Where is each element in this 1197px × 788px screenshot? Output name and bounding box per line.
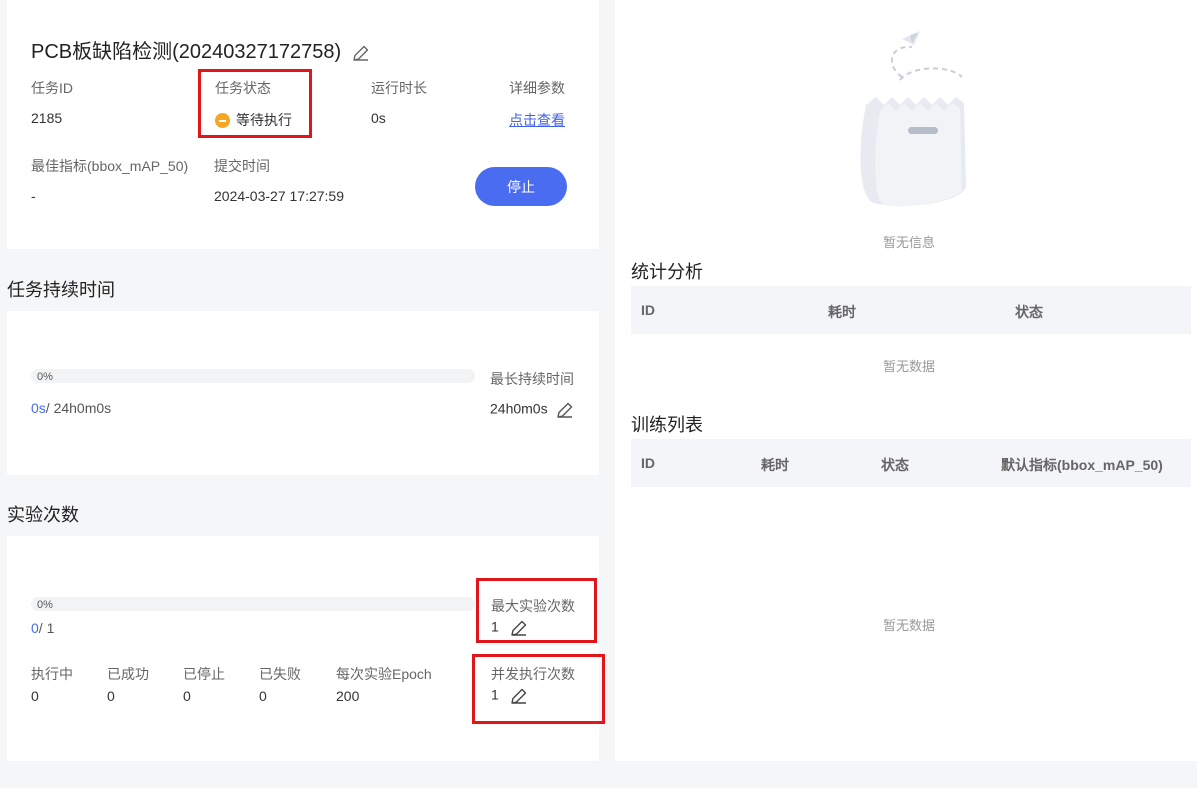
duration-total: / 24h0m0s	[45, 400, 112, 416]
runtime-value: 0s	[371, 110, 386, 126]
task-title: PCB板缺陷检测(20240327172758)	[31, 35, 371, 64]
max-duration-value: 24h0m0s	[490, 400, 575, 420]
concurrent-label: 并发执行次数	[491, 666, 575, 682]
stats-col-status: 状态	[1015, 304, 1043, 320]
train-col-metric: 默认指标(bbox_mAP_50)	[1001, 457, 1163, 473]
stats-table-header: ID 耗时 状态	[631, 286, 1191, 334]
empty-info-text: 暂无信息	[883, 235, 936, 250]
train-col-duration: 耗时	[761, 457, 789, 473]
stat-running-label: 执行中	[31, 666, 73, 682]
stat-success-value: 0	[107, 688, 115, 704]
task-id-value: 2185	[31, 110, 63, 126]
edit-icon[interactable]	[555, 400, 575, 420]
view-params-link[interactable]: 点击查看	[509, 110, 565, 130]
stats-col-duration: 耗时	[828, 304, 856, 320]
runtime-label: 运行时长	[371, 80, 427, 96]
task-status-text: 等待执行	[236, 112, 292, 128]
max-experiments-label: 最大实验次数	[491, 598, 575, 614]
task-title-text: PCB板缺陷检测(20240327172758)	[31, 41, 342, 63]
train-empty-text: 暂无数据	[883, 618, 936, 633]
experiments-total: / 1	[38, 620, 55, 636]
params-label: 详细参数	[509, 80, 565, 96]
max-experiments-value: 1	[491, 618, 529, 638]
duration-elapsed: 0s	[31, 400, 46, 416]
train-table-header: ID 耗时 状态 默认指标(bbox_mAP_50)	[631, 439, 1191, 487]
duration-progress-text: 0s/ 24h0m0s	[31, 400, 111, 416]
empty-bag-illustration	[860, 31, 966, 207]
edit-icon[interactable]	[351, 43, 371, 63]
best-metric-label: 最佳指标(bbox_mAP_50)	[31, 158, 189, 174]
max-duration-label: 最长持续时间	[490, 371, 574, 387]
status-pending-icon	[215, 113, 230, 128]
edit-icon[interactable]	[509, 686, 529, 706]
best-metric-value: -	[31, 188, 36, 204]
experiments-progress-bar	[31, 597, 475, 611]
experiments-card: 0% 0/ 1 最大实验次数 1 并发执行次数 1 执行中 0 已成功 0 已停…	[7, 536, 599, 761]
duration-progress-percent: 0%	[37, 371, 53, 383]
experiments-progress-percent: 0%	[37, 599, 53, 611]
train-col-status: 状态	[881, 457, 909, 473]
task-id-label: 任务ID	[31, 80, 73, 96]
max-experiments-text: 1	[491, 618, 499, 635]
max-duration-text: 24h0m0s	[490, 400, 548, 417]
train-section-title: 训练列表	[631, 415, 703, 435]
stat-failed-label: 已失败	[259, 666, 301, 682]
experiments-progress-text: 0/ 1	[31, 620, 54, 636]
task-info-card: PCB板缺陷检测(20240327172758) 任务ID 2185 任务状态 …	[7, 0, 599, 249]
train-col-id: ID	[641, 455, 655, 471]
right-panel: 暂无信息 统计分析 ID 耗时 状态 暂无数据 训练列表 ID 耗时 状态 默认…	[615, 0, 1197, 761]
experiments-done: 0	[31, 620, 39, 636]
submit-time-label: 提交时间	[214, 158, 270, 174]
duration-progress-bar	[31, 369, 475, 383]
stat-epoch-value: 200	[336, 688, 360, 704]
submit-time-value: 2024-03-27 17:27:59	[214, 188, 344, 204]
task-status-label: 任务状态	[215, 80, 271, 96]
stats-section-title: 统计分析	[631, 262, 703, 282]
stat-epoch-label: 每次实验Epoch	[336, 666, 432, 682]
stat-success-label: 已成功	[107, 666, 149, 682]
stat-failed-value: 0	[259, 688, 267, 704]
duration-section-title: 任务持续时间	[7, 280, 115, 300]
stats-empty-text: 暂无数据	[883, 359, 936, 374]
stop-button[interactable]: 停止	[475, 167, 567, 206]
concurrent-text: 1	[491, 686, 499, 703]
duration-card: 0% 0s/ 24h0m0s 最长持续时间 24h0m0s	[7, 311, 599, 475]
stat-stopped-label: 已停止	[183, 666, 225, 682]
stat-running-value: 0	[31, 688, 39, 704]
experiments-section-title: 实验次数	[7, 505, 79, 525]
edit-icon[interactable]	[509, 618, 529, 638]
stat-stopped-value: 0	[183, 688, 191, 704]
task-status-value: 等待执行	[215, 110, 292, 130]
stats-col-id: ID	[641, 302, 655, 318]
concurrent-value: 1	[491, 686, 529, 706]
